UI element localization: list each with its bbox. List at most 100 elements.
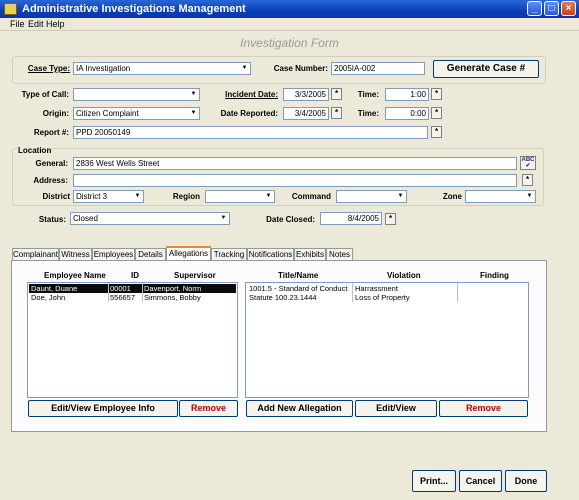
edit-allegation-button[interactable]: Edit/View xyxy=(355,400,437,417)
chevron-down-icon: ▼ xyxy=(134,193,141,199)
address-lookup-icon[interactable]: * xyxy=(522,174,533,186)
zone-select[interactable]: ▼ xyxy=(465,190,536,203)
minimize-icon[interactable]: _ xyxy=(527,1,542,16)
done-button[interactable]: Done xyxy=(505,470,547,492)
origin-value: Citizen Complaint xyxy=(76,109,139,118)
date-closed-label: Date Closed: xyxy=(266,215,315,224)
command-label: Command xyxy=(291,192,331,201)
title-bar: Administrative Investigations Management… xyxy=(0,0,579,18)
region-label: Region xyxy=(172,192,200,201)
allegation-title-cell: 1001.5 - Standard of Conduct xyxy=(249,284,348,293)
title-name-header: Title/Name xyxy=(278,271,319,280)
case-number-label: Case Number: xyxy=(273,64,328,73)
window-title: Administrative Investigations Management xyxy=(22,3,246,15)
maximize-icon[interactable]: □ xyxy=(544,1,559,16)
list-item[interactable]: Statute 100.23.1444 Loss of Property xyxy=(247,293,527,302)
chevron-down-icon: ▼ xyxy=(397,193,404,199)
general-location-field[interactable]: 2836 West Wells Street xyxy=(73,157,517,170)
supervisor-cell: Davenport, Norm xyxy=(144,284,202,293)
reported-time-label: Time: xyxy=(357,109,379,118)
menu-help[interactable]: Help xyxy=(46,19,65,29)
reported-time-field[interactable]: 0:00 xyxy=(385,107,429,120)
address-label: Address: xyxy=(33,176,68,185)
date-closed-picker-icon[interactable]: * xyxy=(385,213,396,225)
abc-check-icon[interactable]: ABC ✔ xyxy=(520,156,536,170)
list-item[interactable]: Doe, John 556657 Simmons, Bobby xyxy=(29,293,236,302)
cancel-button[interactable]: Cancel xyxy=(459,470,502,492)
reported-time-picker-icon[interactable]: * xyxy=(431,107,442,119)
column-divider xyxy=(352,283,353,302)
report-number-label: Report #: xyxy=(33,128,69,137)
column-divider xyxy=(108,283,109,302)
app-icon xyxy=(4,3,17,15)
origin-label: Origin: xyxy=(42,109,69,118)
employee-id-cell: 556657 xyxy=(110,293,136,302)
date-reported-label: Date Reported: xyxy=(220,109,278,118)
chevron-down-icon: ▼ xyxy=(220,215,227,221)
menu-file[interactable]: File xyxy=(10,19,25,29)
menu-edit[interactable]: Edit xyxy=(28,19,44,29)
edit-employee-button[interactable]: Edit/View Employee Info xyxy=(28,400,178,417)
status-label: Status: xyxy=(38,215,66,224)
employee-id-header: ID xyxy=(131,271,139,280)
district-value: District 3 xyxy=(76,192,108,201)
column-divider xyxy=(142,283,143,302)
case-type-select[interactable]: IA Investigation ▼ xyxy=(73,62,251,75)
remove-employee-button[interactable]: Remove xyxy=(179,400,238,417)
chevron-down-icon: ▼ xyxy=(241,65,248,71)
employee-list[interactable]: Daunt, Duane 00001 Davenport, Norm Doe, … xyxy=(27,282,238,398)
case-type-label: Case Type: xyxy=(27,64,70,73)
close-icon[interactable]: × xyxy=(561,1,576,16)
address-field[interactable] xyxy=(73,174,517,187)
command-select[interactable]: ▼ xyxy=(336,190,407,203)
violation-header: Violation xyxy=(387,271,421,280)
incident-time-picker-icon[interactable]: * xyxy=(431,88,442,100)
incident-date-picker-icon[interactable]: * xyxy=(331,88,342,100)
report-lookup-icon[interactable]: * xyxy=(431,126,442,138)
chevron-down-icon: ▼ xyxy=(526,193,533,199)
chevron-down-icon: ▼ xyxy=(265,193,272,199)
form-title: Investigation Form xyxy=(240,36,339,50)
type-of-call-label: Type of Call: xyxy=(21,90,69,99)
incident-date-label: Incident Date: xyxy=(225,90,278,99)
status-select[interactable]: Closed ▼ xyxy=(70,212,230,225)
date-reported-picker-icon[interactable]: * xyxy=(331,107,342,119)
chevron-down-icon: ▼ xyxy=(190,110,197,116)
report-number-field[interactable]: PPD 20050149 xyxy=(73,126,428,139)
column-divider xyxy=(457,283,458,302)
employee-name-cell: Doe, John xyxy=(31,293,66,302)
district-label: District xyxy=(42,192,70,201)
finding-header: Finding xyxy=(480,271,509,280)
violation-cell: Loss of Property xyxy=(355,293,410,302)
date-closed-field[interactable]: 8/4/2005 xyxy=(320,212,382,225)
tab-allegations[interactable]: Allegations xyxy=(166,246,211,261)
case-type-value: IA Investigation xyxy=(76,64,131,73)
case-number-field[interactable]: 2005IA-002 xyxy=(331,62,425,75)
date-reported-field[interactable]: 3/4/2005 xyxy=(283,107,329,120)
supervisor-cell: Simmons, Bobby xyxy=(144,293,201,302)
status-value: Closed xyxy=(73,214,98,223)
employee-id-cell: 00001 xyxy=(110,284,131,293)
zone-label: Zone xyxy=(442,192,462,201)
supervisor-header: Supervisor xyxy=(174,271,216,280)
general-label: General: xyxy=(35,159,68,168)
remove-allegation-button[interactable]: Remove xyxy=(439,400,528,417)
employee-name-cell: Daunt, Duane xyxy=(31,284,78,293)
type-of-call-select[interactable]: ▼ xyxy=(73,88,200,101)
region-select[interactable]: ▼ xyxy=(205,190,275,203)
location-group-label: Location xyxy=(17,146,53,155)
employee-name-header: Employee Name xyxy=(44,271,106,280)
allegation-list[interactable]: 1001.5 - Standard of Conduct Harrassment… xyxy=(245,282,529,398)
add-allegation-button[interactable]: Add New Allegation xyxy=(246,400,353,417)
menu-bar: File Edit Help xyxy=(0,18,579,31)
incident-time-field[interactable]: 1:00 xyxy=(385,88,429,101)
print-button[interactable]: Print... xyxy=(412,470,456,492)
generate-case-button[interactable]: Generate Case # xyxy=(433,60,539,78)
allegation-title-cell: Statute 100.23.1444 xyxy=(249,293,317,302)
origin-select[interactable]: Citizen Complaint ▼ xyxy=(73,107,200,120)
district-select[interactable]: District 3 ▼ xyxy=(73,190,144,203)
incident-date-field[interactable]: 3/3/2005 xyxy=(283,88,329,101)
list-item[interactable]: 1001.5 - Standard of Conduct Harrassment xyxy=(247,284,527,293)
list-item[interactable]: Daunt, Duane 00001 Davenport, Norm xyxy=(29,284,236,293)
violation-cell: Harrassment xyxy=(355,284,398,293)
